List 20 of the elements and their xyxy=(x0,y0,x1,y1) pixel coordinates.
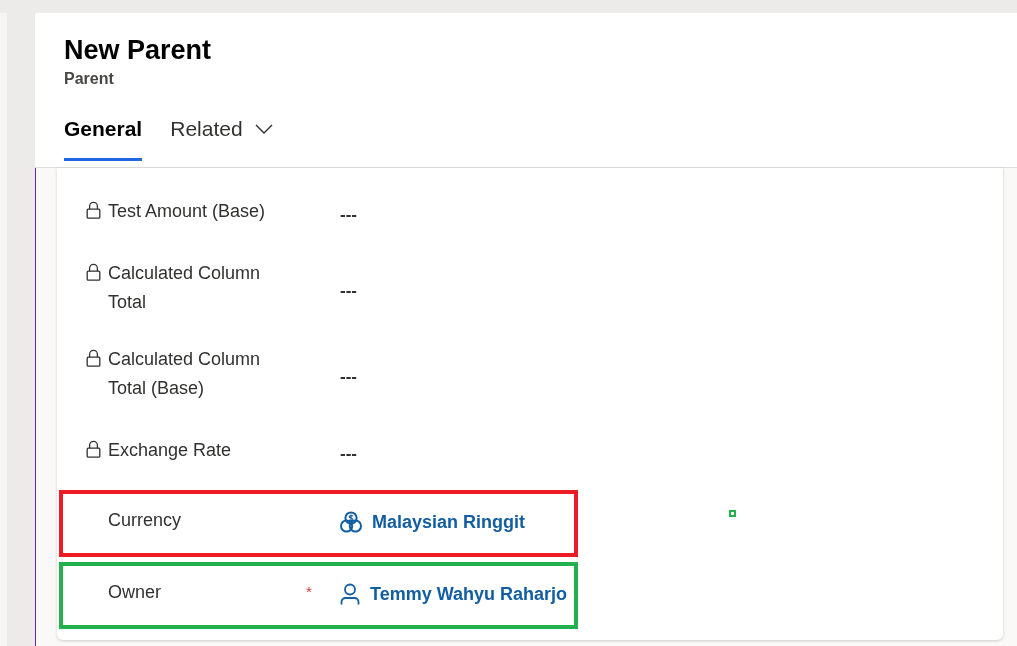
field-label: Calculated Column Total xyxy=(108,262,262,314)
required-asterisk: * xyxy=(306,583,312,600)
small-square-icon xyxy=(729,510,736,517)
field-value: --- xyxy=(340,442,357,465)
person-icon xyxy=(340,583,360,605)
tab[interactable]: General xyxy=(64,115,143,161)
tab[interactable]: Related xyxy=(170,115,273,161)
lookup-link[interactable]: Malaysian Ringgit xyxy=(340,504,526,536)
entity-name: Parent xyxy=(64,69,115,89)
field-label: Owner xyxy=(108,580,162,604)
record-title: New Parent xyxy=(64,34,213,66)
lookup-link[interactable]: Temmy Wahyu Raharjo xyxy=(340,576,568,608)
field-value: --- xyxy=(340,280,357,302)
field-label: Exchange Rate xyxy=(108,439,233,462)
field-value: --- xyxy=(340,203,357,226)
field-label: Calculated Column Total (Base) xyxy=(108,348,262,400)
field-value: --- xyxy=(340,366,357,388)
field-label: Currency xyxy=(108,508,183,532)
field-label: Test Amount (Base) xyxy=(108,200,267,223)
coins-icon xyxy=(340,511,362,533)
